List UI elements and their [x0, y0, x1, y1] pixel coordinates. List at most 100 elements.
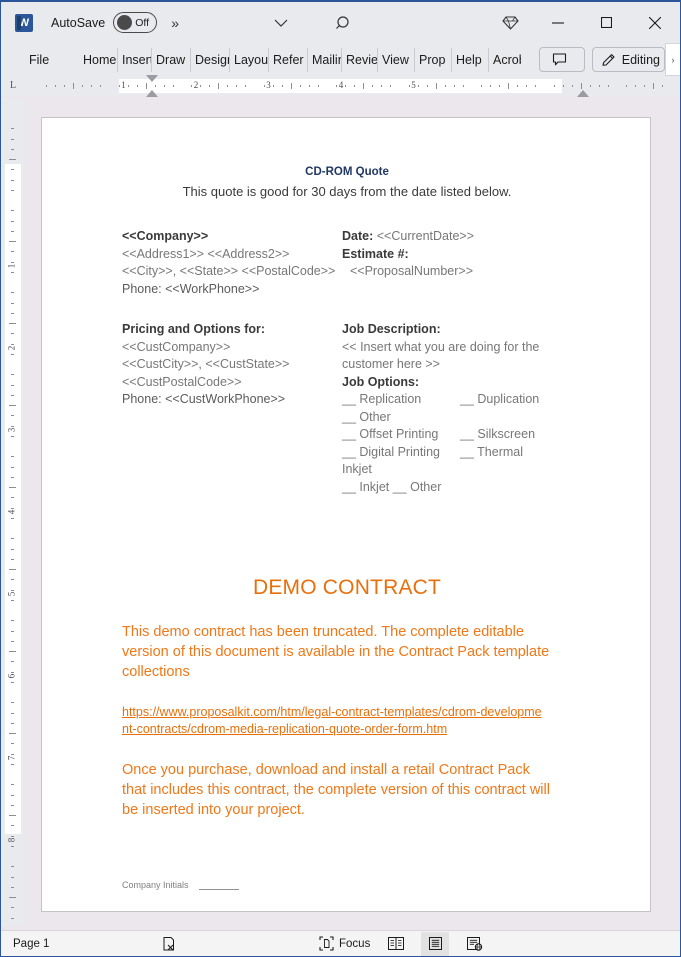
right-indent-marker[interactable] [577, 90, 589, 97]
pricing-heading: Pricing and Options for: [122, 322, 266, 336]
autosave-state-label: Off [135, 16, 150, 29]
vruler-tick [11, 271, 14, 273]
tab-mailings[interactable]: Mailings [308, 47, 342, 72]
vruler-number: 1 [6, 263, 17, 269]
vertical-ruler[interactable]: 1 2 3 4 5 6 7 8 [1, 98, 25, 926]
vruler-tick [11, 220, 14, 222]
tab-help[interactable]: Help [452, 47, 489, 72]
page-content[interactable]: CD-ROM Quote This quote is good for 30 d… [122, 148, 572, 890]
ruler-tick [354, 85, 356, 87]
company-initials-blank[interactable] [198, 881, 239, 890]
contract-template-link[interactable]: https://www.proposalkit.com/htm/legal-co… [122, 704, 547, 738]
ribbon-expand-button[interactable]: › [665, 43, 680, 76]
job-option-b[interactable]: __ Silkscreen [460, 426, 535, 444]
vruler-number: 6 [6, 673, 17, 679]
quick-access-overflow-button[interactable]: » [171, 15, 179, 31]
job-option-a[interactable]: Inkjet [342, 461, 460, 479]
company-initials-row: Company Initials [122, 880, 572, 890]
editing-mode-button[interactable]: Editing [591, 47, 665, 72]
job-option-row: __ Offset Printing __ Silkscreen [342, 426, 572, 444]
focus-mode-button[interactable]: Focus [319, 936, 370, 951]
cust-phone: Phone: <<CustWorkPhone>> [122, 392, 286, 406]
job-option-a[interactable]: __ Other [342, 409, 460, 427]
ruler-tick [417, 85, 419, 87]
document-title: CD-ROM Quote [305, 166, 389, 178]
close-button[interactable] [630, 2, 680, 43]
vruler-tick [11, 374, 14, 376]
vruler-tick [11, 784, 14, 786]
ruler-tick [145, 83, 147, 89]
vruler-tick [9, 733, 16, 734]
job-option-b[interactable]: __ Duplication [460, 391, 539, 409]
hanging-indent-marker[interactable] [146, 90, 158, 97]
vruler-tick [11, 333, 14, 335]
tab-review[interactable]: Review [342, 47, 378, 72]
ruler-tick [263, 85, 265, 87]
tab-stop-selector[interactable]: L [1, 76, 25, 96]
vruler-tick [11, 517, 14, 519]
tab-properties[interactable]: Prop [415, 47, 452, 72]
chevron-down-icon[interactable] [273, 18, 289, 28]
vruler-tick [11, 630, 14, 632]
print-layout-icon[interactable] [421, 931, 449, 956]
search-icon[interactable] [335, 15, 353, 33]
ruler-tick [290, 83, 292, 89]
vruler-tick [11, 343, 14, 345]
job-option-a[interactable]: __ Offset Printing [342, 426, 460, 444]
proofing-errors-icon[interactable] [161, 936, 177, 952]
read-mode-icon[interactable] [382, 932, 410, 956]
maximize-button[interactable] [582, 2, 630, 43]
vruler-tick [11, 435, 14, 437]
first-line-indent-marker[interactable] [146, 75, 158, 82]
vruler-tick [11, 302, 14, 304]
vruler-tick [11, 210, 14, 212]
demo-paragraph-2: Once you purchase, download and install … [122, 762, 550, 818]
tab-view[interactable]: View [378, 47, 415, 72]
web-layout-icon[interactable] [461, 932, 489, 956]
autosave-toggle[interactable]: Off [113, 12, 158, 33]
date-row: Date: <<CurrentDate>> [342, 228, 572, 246]
tab-acrobat[interactable]: Acrobat [489, 48, 521, 72]
comments-button[interactable] [538, 47, 585, 72]
ruler-number: 2 [193, 80, 199, 90]
page-number-status[interactable]: Page 1 [13, 938, 49, 950]
vruler-tick [11, 794, 14, 796]
minimize-button[interactable] [534, 2, 582, 43]
tab-file[interactable]: File [19, 48, 65, 72]
vruler-tick [11, 620, 14, 622]
job-description-line1: << Insert what you are doing for the [342, 339, 540, 354]
horizontal-ruler-track[interactable]: 1 2 3 4 5 [25, 75, 668, 106]
job-option-b[interactable]: __ Thermal [460, 444, 523, 462]
detail-columns: Pricing and Options for: <<CustCompany>>… [122, 321, 572, 496]
document-page[interactable]: CD-ROM Quote This quote is good for 30 d… [41, 117, 651, 912]
tab-draw[interactable]: Draw [152, 47, 191, 72]
tab-design[interactable]: Design [191, 47, 230, 72]
ruler-tick [100, 85, 102, 87]
vruler-tick [11, 876, 14, 878]
document-canvas[interactable]: CD-ROM Quote This quote is good for 30 d… [25, 98, 680, 926]
ruler-tick [82, 85, 84, 87]
vruler-tick [9, 405, 16, 406]
ruler-number: 1 [121, 80, 126, 90]
tab-references[interactable]: Refer [269, 47, 308, 72]
tab-insert[interactable]: Insert [118, 47, 152, 72]
tab-layout[interactable]: Layout [230, 47, 269, 72]
vruler-tick [11, 230, 14, 232]
ruler-tick [55, 85, 57, 87]
ruler-tick [281, 85, 283, 87]
job-option-a[interactable]: __ Replication [342, 391, 460, 409]
job-option-a[interactable]: __ Digital Printing [342, 444, 460, 462]
vruler-tick [11, 661, 14, 663]
vruler-tick [11, 907, 14, 909]
diamond-icon[interactable] [486, 2, 534, 43]
company-block: <<Company>> <<Address1>> <<Address2>> <<… [122, 228, 342, 298]
vruler-tick [11, 558, 14, 560]
ruler-tick [598, 85, 600, 87]
ruler-tick [163, 85, 165, 87]
horizontal-ruler[interactable]: L 1 2 3 4 5 [1, 75, 680, 106]
job-description-line2: customer here >> [342, 357, 440, 371]
job-option-row: __ Replication __ Duplication [342, 391, 572, 409]
job-option-a[interactable]: __ Inkjet __ Other [342, 479, 460, 497]
vruler-tick [11, 743, 14, 745]
tab-home[interactable]: Home [79, 47, 118, 72]
